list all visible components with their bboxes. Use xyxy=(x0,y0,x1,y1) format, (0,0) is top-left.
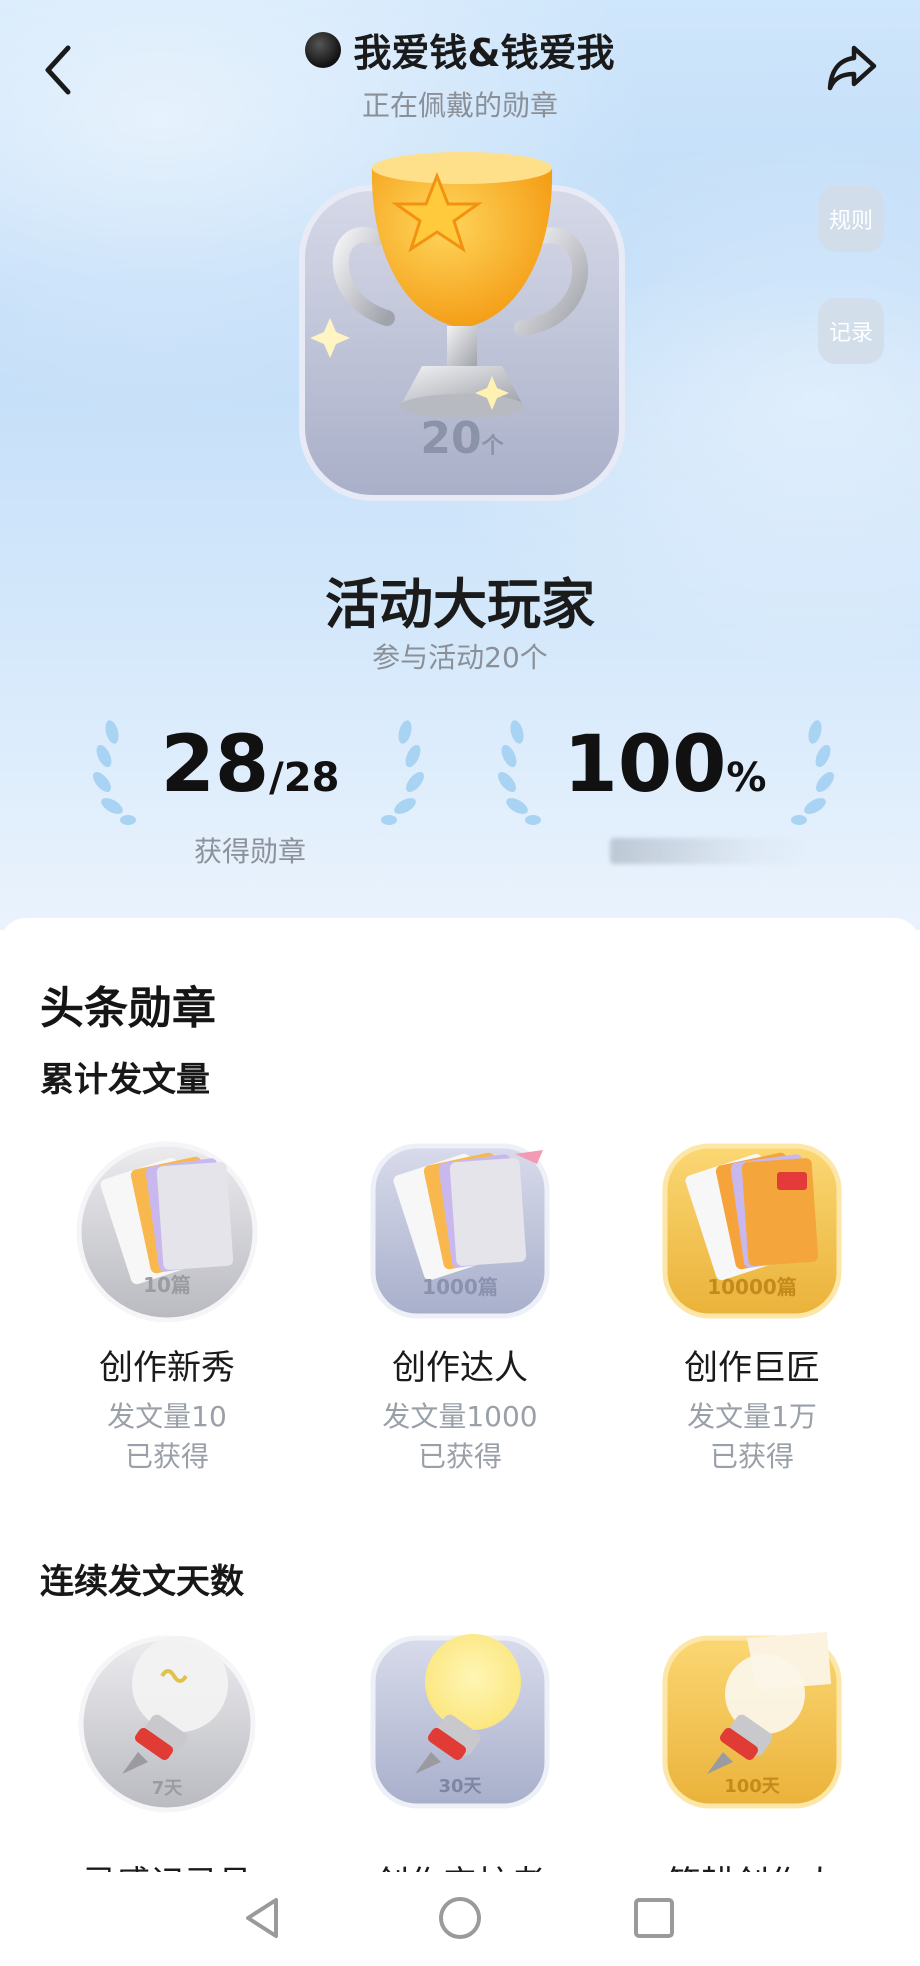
lightbulb-badge-icon: 30天 xyxy=(365,1624,555,1814)
svg-text:7天: 7天 xyxy=(152,1778,184,1799)
records-button[interactable]: 记录 xyxy=(818,298,884,364)
section-title: 头条勋章 xyxy=(40,983,216,1034)
lightbulb-badge-icon: 7天 xyxy=(72,1624,262,1814)
badge-item[interactable]: 10000篇 创作巨匠 发文量1万 已获得 xyxy=(632,1132,872,1477)
current-badge-count: 20个 xyxy=(292,413,632,464)
rules-button[interactable]: 规则 xyxy=(818,186,884,252)
badge-item[interactable]: 1000篇 创作达人 发文量1000 已获得 xyxy=(340,1132,580,1477)
nav-home-icon[interactable] xyxy=(430,1888,490,1948)
badge-item[interactable]: 30天 xyxy=(340,1624,580,1814)
percent-unit: % xyxy=(726,755,767,801)
page-title: 我爱钱&钱爱我 xyxy=(353,31,615,75)
badge-desc: 发文量1000 xyxy=(382,1400,538,1433)
badge-item[interactable]: 10篇 创作新秀 发文量10 已获得 xyxy=(47,1132,287,1477)
system-nav-bar xyxy=(0,1872,920,1966)
badge-status: 已获得 xyxy=(417,1440,502,1473)
laurel-right-icon xyxy=(791,720,834,825)
percent-number: 100 xyxy=(563,720,727,810)
avatar xyxy=(305,31,342,68)
svg-text:1000篇: 1000篇 xyxy=(422,1275,498,1299)
current-badge-description: 参与活动20个 xyxy=(372,641,548,674)
group-title-streak: 连续发文天数 xyxy=(40,1562,244,1602)
svg-text:30天: 30天 xyxy=(438,1776,482,1797)
current-badge-image[interactable]: 20个 xyxy=(292,128,632,508)
badge-desc: 发文量10 xyxy=(107,1400,227,1433)
badge-item[interactable]: 7天 xyxy=(47,1624,287,1814)
blurred-label xyxy=(610,838,810,864)
notebook-badge-icon: 1000篇 xyxy=(365,1132,555,1322)
badge-list-sheet: 头条勋章 累计发文量 10篇 创作新秀 发文量10 已获得 1000篇 创作达人… xyxy=(0,918,920,1966)
badge-name: 创作巨匠 xyxy=(684,1348,820,1388)
lightbulb-badge-icon: 100天 xyxy=(657,1624,847,1814)
nav-recents-icon[interactable] xyxy=(624,1888,684,1948)
earned-count: 28 xyxy=(160,720,270,810)
svg-text:10篇: 10篇 xyxy=(143,1273,191,1297)
earned-label: 获得勋章 xyxy=(193,835,306,868)
earned-total: /28 xyxy=(269,755,340,801)
badge-count-number: 20 xyxy=(420,413,482,464)
notebook-badge-icon: 10000篇 xyxy=(657,1132,847,1322)
badge-name: 创作达人 xyxy=(392,1348,528,1388)
notebook-badge-icon: 10篇 xyxy=(72,1132,262,1323)
badge-desc: 发文量1万 xyxy=(687,1400,817,1433)
svg-text:10000篇: 10000篇 xyxy=(707,1275,797,1299)
badge-status: 已获得 xyxy=(709,1440,794,1473)
share-icon[interactable] xyxy=(822,38,882,98)
badge-name: 创作新秀 xyxy=(99,1348,235,1388)
page-subtitle: 正在佩戴的勋章 xyxy=(361,89,558,122)
badge-item[interactable]: 100天 xyxy=(632,1624,872,1814)
laurel-right-icon xyxy=(381,720,424,825)
current-badge-name: 活动大玩家 xyxy=(325,573,595,636)
badge-count-unit: 个 xyxy=(481,434,504,459)
nav-back-icon[interactable] xyxy=(234,1888,294,1948)
group-title-articles: 累计发文量 xyxy=(40,1060,210,1100)
svg-text:100天: 100天 xyxy=(724,1776,781,1797)
badge-status: 已获得 xyxy=(124,1440,209,1473)
